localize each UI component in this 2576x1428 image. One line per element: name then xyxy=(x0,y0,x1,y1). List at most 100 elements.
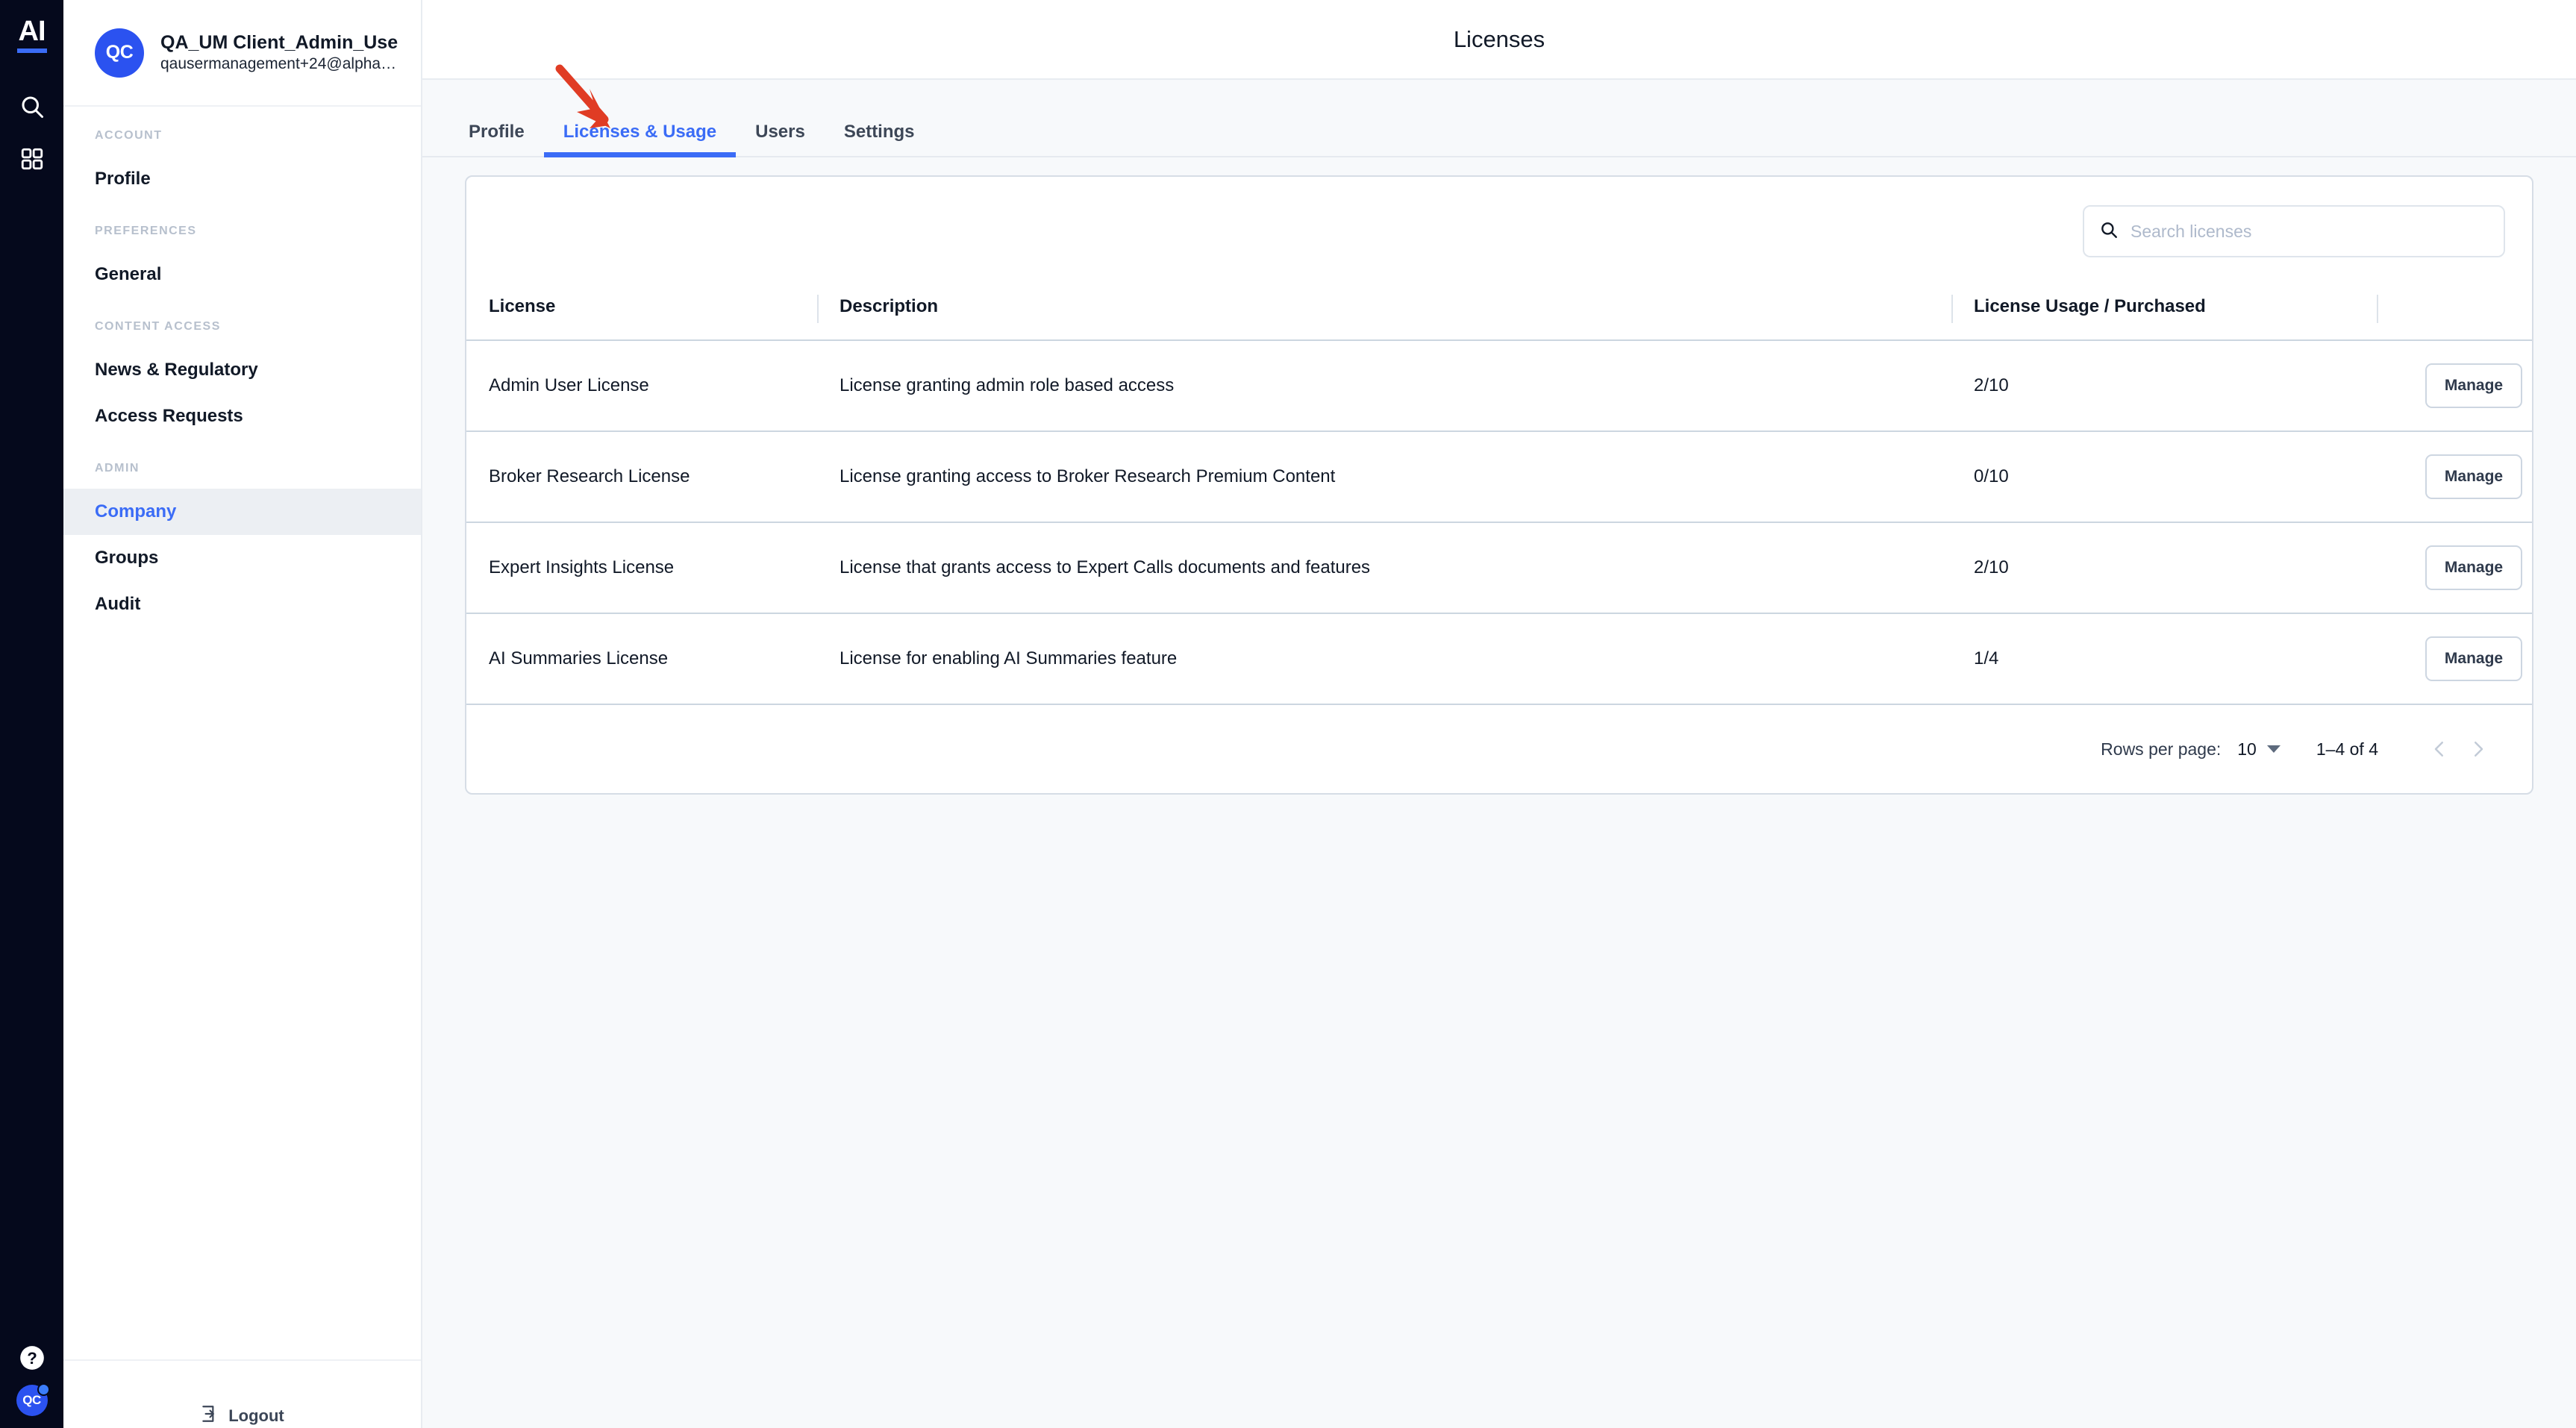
table-row[interactable]: Admin User License License granting admi… xyxy=(466,340,2532,432)
column-header-label: License xyxy=(489,296,556,316)
table-row[interactable]: Broker Research License License granting… xyxy=(466,431,2532,523)
cell-license: Broker Research License xyxy=(466,431,817,523)
avatar-initials: QC xyxy=(105,42,134,63)
next-page-button[interactable] xyxy=(2459,730,2498,768)
cell-description: License for enabling AI Summaries featur… xyxy=(817,613,1951,705)
sidebar-item-groups[interactable]: Groups xyxy=(63,535,421,581)
cell-action: Manage xyxy=(2377,431,2532,523)
manage-button[interactable]: Manage xyxy=(2425,363,2523,408)
sidebar-item-profile[interactable]: Profile xyxy=(63,156,421,202)
manage-button[interactable]: Manage xyxy=(2425,545,2523,590)
cell-usage: 2/10 xyxy=(1951,522,2377,614)
sidebar-item-label: Groups xyxy=(95,548,159,568)
logout-label: Logout xyxy=(228,1406,284,1425)
manage-button[interactable]: Manage xyxy=(2425,454,2523,499)
rail-avatar-initials: QC xyxy=(22,1393,41,1407)
logout-button[interactable]: Logout xyxy=(200,1404,284,1428)
table-row[interactable]: AI Summaries License License for enablin… xyxy=(466,613,2532,705)
table-body: Admin User License License granting admi… xyxy=(466,340,2532,705)
column-divider xyxy=(817,295,819,323)
sidebar-item-access-requests[interactable]: Access Requests xyxy=(63,393,421,439)
app-root: AI ? QC QC QA_UM Client_Admin_User qause… xyxy=(0,0,2576,1428)
cell-usage: 0/10 xyxy=(1951,431,2377,523)
cell-license: Admin User License xyxy=(466,340,817,432)
sidebar-group-content-access: CONTENT ACCESS xyxy=(95,320,221,333)
app-logo[interactable]: AI xyxy=(0,16,63,53)
sidebar-user-card[interactable]: QC QA_UM Client_Admin_User qausermanagem… xyxy=(63,0,421,107)
cell-usage: 2/10 xyxy=(1951,340,2377,432)
card-toolbar xyxy=(466,177,2532,286)
rows-per-page-value: 10 xyxy=(2237,739,2257,759)
cell-license: Expert Insights License xyxy=(466,522,817,614)
table-head: License Description License Usage / Purc… xyxy=(466,286,2532,341)
cell-action: Manage xyxy=(2377,522,2532,614)
column-divider xyxy=(2377,295,2378,323)
svg-text:?: ? xyxy=(27,1349,37,1368)
app-logo-underline xyxy=(16,48,47,53)
rows-per-page-label: Rows per page: xyxy=(2101,739,2222,759)
cell-description: License that grants access to Expert Cal… xyxy=(817,522,1951,614)
sidebar: QC QA_UM Client_Admin_User qausermanagem… xyxy=(63,0,422,1428)
pagination-bar: Rows per page: 10 1–4 of 4 xyxy=(466,705,2532,793)
column-header-license[interactable]: License xyxy=(466,286,817,341)
sidebar-item-audit[interactable]: Audit xyxy=(63,581,421,627)
cell-action: Manage xyxy=(2377,613,2532,705)
tab-settings[interactable]: Settings xyxy=(825,122,934,156)
tab-profile[interactable]: Profile xyxy=(449,122,544,156)
rows-per-page-select[interactable]: 10 xyxy=(2237,739,2280,760)
search-icon[interactable] xyxy=(0,88,63,125)
sidebar-item-label: Profile xyxy=(95,169,151,189)
user-email: qausermanagement+24@alpha-sense.... xyxy=(160,54,398,72)
cell-action: Manage xyxy=(2377,340,2532,432)
sidebar-item-label: Audit xyxy=(95,594,141,614)
table-row[interactable]: Expert Insights License License that gra… xyxy=(466,522,2532,614)
sidebar-item-company[interactable]: Company xyxy=(63,489,421,535)
help-icon[interactable]: ? xyxy=(0,1344,63,1372)
chevron-right-icon xyxy=(2475,742,2483,757)
main-content: Licenses Profile Licenses & Usage Users … xyxy=(422,0,2576,1428)
sidebar-item-label: News & Regulatory xyxy=(95,360,258,380)
sidebar-item-news-regulatory[interactable]: News & Regulatory xyxy=(63,347,421,393)
tab-users[interactable]: Users xyxy=(736,122,825,156)
column-header-label: Description xyxy=(840,296,939,316)
search-licenses-box[interactable] xyxy=(2083,205,2505,257)
tab-label: Settings xyxy=(843,122,915,142)
cell-description: License granting access to Broker Resear… xyxy=(817,431,1951,523)
cell-usage: 1/4 xyxy=(1951,613,2377,705)
column-header-description[interactable]: Description xyxy=(817,286,1951,341)
previous-page-button[interactable] xyxy=(2420,730,2459,768)
sidebar-footer: Logout xyxy=(63,1359,421,1428)
column-divider xyxy=(1951,295,1953,323)
licenses-table: License Description License Usage / Purc… xyxy=(466,286,2532,705)
avatar: QC xyxy=(95,28,144,78)
tab-bar: Profile Licenses & Usage Users Settings xyxy=(422,80,2576,157)
tab-licenses-usage[interactable]: Licenses & Usage xyxy=(543,122,737,157)
sidebar-item-label: General xyxy=(95,264,162,284)
sidebar-user-text: QA_UM Client_Admin_User qausermanagement… xyxy=(160,31,398,75)
tab-label: Users xyxy=(755,122,805,142)
sidebar-group-preferences: PREFERENCES xyxy=(95,225,197,237)
page-title: Licenses xyxy=(1453,25,1545,52)
sidebar-group-account: ACCOUNT xyxy=(95,129,163,142)
cell-description: License granting admin role based access xyxy=(817,340,1951,432)
apps-grid-icon[interactable] xyxy=(0,140,63,178)
search-icon xyxy=(2099,220,2119,243)
cell-license: AI Summaries License xyxy=(466,613,817,705)
column-header-usage[interactable]: License Usage / Purchased xyxy=(1951,286,2377,341)
sidebar-item-general[interactable]: General xyxy=(63,251,421,298)
user-name: QA_UM Client_Admin_User xyxy=(160,31,398,53)
sidebar-nav: ACCOUNT Profile PREFERENCES General CONT… xyxy=(63,107,421,1359)
sidebar-item-label: Access Requests xyxy=(95,406,243,426)
tab-label: Profile xyxy=(469,122,525,142)
icon-rail: AI ? QC xyxy=(0,0,63,1428)
column-header-actions xyxy=(2377,286,2532,341)
page-header: Licenses xyxy=(422,0,2576,80)
app-logo-text: AI xyxy=(18,16,46,47)
manage-button[interactable]: Manage xyxy=(2425,636,2523,681)
search-input[interactable] xyxy=(2130,221,2489,242)
rail-avatar[interactable]: QC xyxy=(0,1383,63,1416)
pagination-range: 1–4 of 4 xyxy=(2316,739,2378,759)
table-header-row: License Description License Usage / Purc… xyxy=(466,286,2532,341)
licenses-panel: License Description License Usage / Purc… xyxy=(422,157,2576,1428)
chevron-left-icon xyxy=(2434,742,2443,757)
